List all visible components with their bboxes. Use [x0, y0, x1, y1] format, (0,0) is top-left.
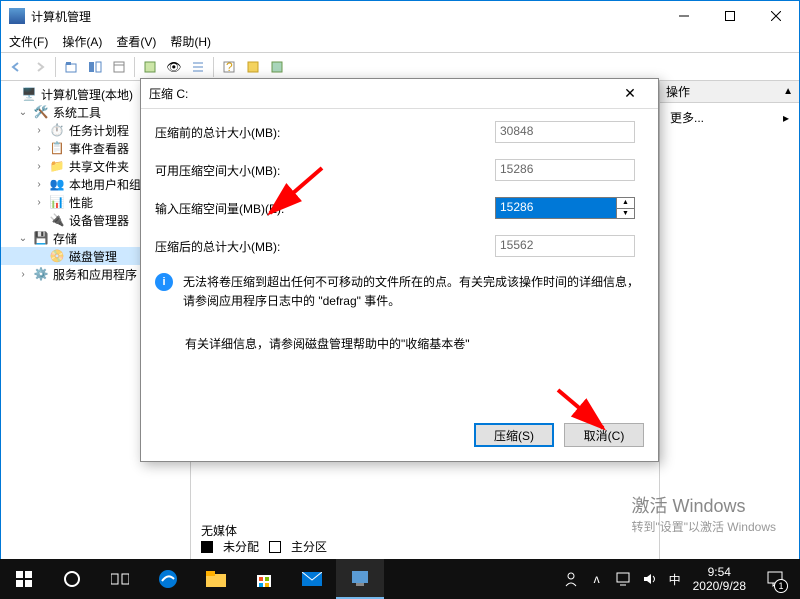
store-icon[interactable]: [240, 559, 288, 599]
action-center-icon[interactable]: 1: [756, 559, 794, 599]
shrink-dialog: 压缩 C: ✕ 压缩前的总计大小(MB): 30848 可用压缩空间大小(MB)…: [140, 78, 659, 462]
after-size-value: 15562: [495, 235, 635, 257]
legend-primary: 主分区: [291, 538, 327, 555]
window-title: 计算机管理: [31, 8, 661, 25]
legend-unallocated-swatch: [201, 541, 213, 553]
mail-icon[interactable]: [288, 559, 336, 599]
show-hide-button[interactable]: [84, 56, 106, 78]
activation-watermark: 激活 Windows 转到"设置"以激活 Windows: [631, 492, 776, 535]
compmgmt-taskbar-icon[interactable]: [336, 559, 384, 599]
refresh-button[interactable]: [139, 56, 161, 78]
input-size-label: 输入压缩空间量(MB)(E):: [155, 200, 495, 217]
avail-size-value: 15286: [495, 159, 635, 181]
spin-up-icon[interactable]: ▲: [617, 198, 634, 209]
clock[interactable]: 9:54 2020/9/28: [693, 565, 746, 594]
help-link-text: 有关详细信息，请参阅磁盘管理帮助中的"收缩基本卷": [185, 335, 644, 352]
info-icon: i: [155, 273, 173, 291]
menu-action[interactable]: 操作(A): [62, 33, 102, 50]
people-icon[interactable]: [563, 571, 579, 587]
chevron-right-icon: ▸: [783, 111, 789, 125]
action-icon[interactable]: [266, 56, 288, 78]
before-size-label: 压缩前的总计大小(MB):: [155, 124, 495, 141]
help-button[interactable]: ?: [218, 56, 240, 78]
dialog-titlebar[interactable]: 压缩 C: ✕: [141, 79, 658, 109]
avail-size-label: 可用压缩空间大小(MB):: [155, 162, 495, 179]
svg-text:?: ?: [226, 60, 233, 74]
view-icon[interactable]: 👁: [163, 56, 185, 78]
list-button[interactable]: [187, 56, 209, 78]
task-view-button[interactable]: [96, 559, 144, 599]
explorer-icon[interactable]: [192, 559, 240, 599]
properties-button[interactable]: [108, 56, 130, 78]
start-button[interactable]: [0, 559, 48, 599]
toolbar: 👁 ?: [1, 53, 799, 81]
up-button[interactable]: [60, 56, 82, 78]
legend-unallocated: 未分配: [223, 538, 259, 555]
network-icon[interactable]: [615, 571, 631, 587]
spinner-buttons[interactable]: ▲ ▼: [617, 197, 635, 219]
info-text: 无法将卷压缩到超出任何不可移动的文件所在的点。有关完成该操作时间的详细信息，请参…: [183, 273, 644, 311]
tray-chevron-icon[interactable]: ʌ: [589, 571, 605, 587]
titlebar[interactable]: 计算机管理: [1, 1, 799, 31]
taskbar[interactable]: ʌ 中 9:54 2020/9/28 1: [0, 559, 800, 599]
volume-icon[interactable]: [641, 571, 657, 587]
collapse-icon[interactable]: ▲: [783, 86, 793, 97]
menu-help[interactable]: 帮助(H): [170, 33, 211, 50]
menu-file[interactable]: 文件(F): [9, 33, 48, 50]
cancel-button[interactable]: 取消(C): [564, 423, 644, 447]
system-tray[interactable]: ʌ 中 9:54 2020/9/28 1: [563, 559, 800, 599]
before-size-value: 30848: [495, 121, 635, 143]
close-button[interactable]: [753, 1, 799, 31]
actions-header[interactable]: 操作 ▲: [660, 81, 799, 103]
app-icon: [9, 8, 25, 24]
shrink-button[interactable]: 压缩(S): [474, 423, 554, 447]
after-size-label: 压缩后的总计大小(MB):: [155, 238, 495, 255]
shrink-amount-input[interactable]: 15286: [495, 197, 617, 219]
minimize-button[interactable]: [661, 1, 707, 31]
actions-more[interactable]: 更多... ▸: [660, 103, 799, 132]
cortana-button[interactable]: [48, 559, 96, 599]
ime-indicator[interactable]: 中: [667, 571, 683, 587]
notification-badge: 1: [774, 579, 788, 593]
dialog-title: 压缩 C:: [149, 85, 610, 102]
dialog-close-button[interactable]: ✕: [610, 80, 650, 108]
back-button[interactable]: [5, 56, 27, 78]
legend: 未分配 主分区: [201, 538, 327, 555]
actions-pane: 操作 ▲ 更多... ▸: [659, 81, 799, 559]
maximize-button[interactable]: [707, 1, 753, 31]
no-media-label: 无媒体: [201, 522, 237, 539]
menu-view[interactable]: 查看(V): [116, 33, 156, 50]
menubar: 文件(F) 操作(A) 查看(V) 帮助(H): [1, 31, 799, 53]
edge-icon[interactable]: [144, 559, 192, 599]
legend-primary-swatch: [269, 541, 281, 553]
settings-icon[interactable]: [242, 56, 264, 78]
spin-down-icon[interactable]: ▼: [617, 209, 634, 219]
forward-button[interactable]: [29, 56, 51, 78]
